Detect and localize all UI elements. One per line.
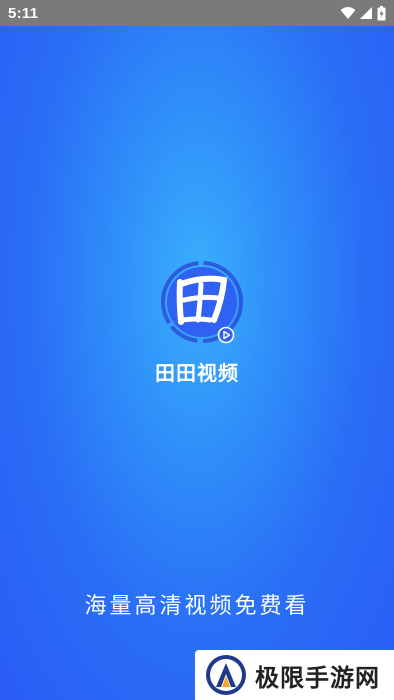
battery-icon (377, 5, 386, 21)
watermark-text: 极限手游网 (255, 663, 380, 692)
status-icons (340, 0, 386, 26)
status-bar: 5:11 (0, 0, 394, 26)
site-logo-icon (206, 655, 246, 695)
signal-icon (360, 6, 373, 20)
status-time: 5:11 (8, 4, 39, 22)
play-icon (217, 326, 235, 344)
slogan: 海量高清视频免费看 (84, 594, 310, 619)
app-name: 田田视频 (155, 361, 239, 385)
app-logo (154, 260, 254, 344)
watermark-badge: 极限手游网 (195, 650, 394, 700)
splash-screen: 5:11 田田视频 海量高清视频免费看 极限手游网 (0, 0, 394, 700)
tian-logo-icon (161, 261, 243, 343)
wifi-icon (340, 6, 356, 20)
